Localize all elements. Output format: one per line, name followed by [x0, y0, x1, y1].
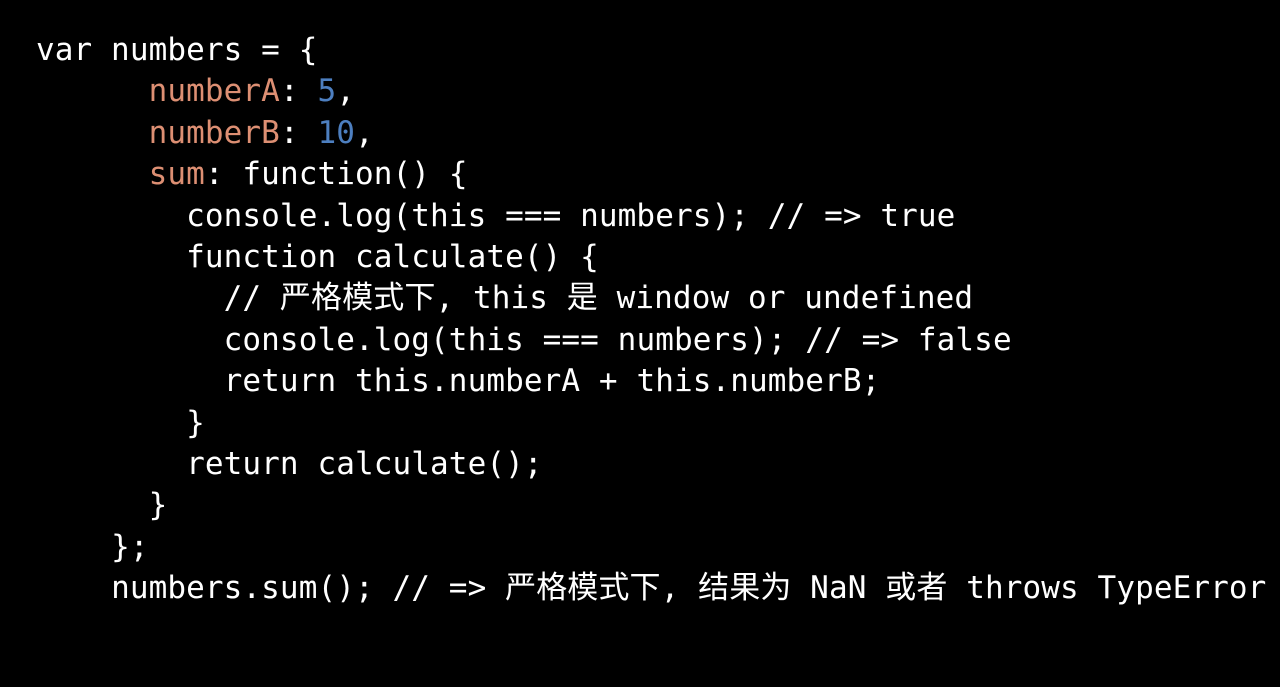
code-line: numbers.sum(); // => 严格模式下, 结果为 NaN 或者 t… [0, 568, 1280, 609]
code-line: console.log(this === numbers); // => tru… [0, 196, 1280, 237]
code-token-plain: var numbers = { [36, 32, 318, 68]
code-token-number: 5 [317, 73, 337, 110]
code-token-plain: , [355, 114, 374, 151]
code-line: return this.numberA + this.numberB; [0, 361, 1280, 402]
code-token-property: numberA [148, 73, 280, 110]
code-token-property: numberB [148, 114, 280, 151]
code-line: } [0, 403, 1280, 444]
code-token-plain: return this.numberA + this.numberB; [36, 363, 881, 400]
code-token-plain: console.log(this === numbers); // => fal… [36, 321, 1012, 358]
code-token-plain: // 严格模式下, this 是 window or undefined [36, 280, 974, 317]
code-line: numberB: 10, [0, 113, 1280, 154]
code-token-plain: , [336, 73, 356, 110]
code-line: // 严格模式下, this 是 window or undefined [0, 278, 1280, 319]
code-token-number: 10 [317, 114, 356, 151]
code-block[interactable]: var numbers = { numberA: 5, numberB: 10,… [0, 0, 1280, 610]
code-token-plain: }; [36, 528, 149, 565]
code-token-plain: return calculate(); [36, 446, 543, 483]
code-line: function calculate() { [0, 237, 1280, 278]
code-token-plain: function calculate() { [36, 239, 599, 276]
code-token-property: sum [148, 156, 205, 193]
code-token-plain: : [279, 114, 318, 151]
code-token-plain: console.log(this === numbers); // => tru… [36, 197, 956, 234]
code-line: numberA: 5, [0, 71, 1280, 112]
code-line: }; [0, 527, 1280, 568]
code-line: sum: function() { [0, 154, 1280, 195]
code-token-plain: numbers.sum(); // => 严格模式下, 结果为 NaN 或者 t… [36, 570, 1267, 607]
code-token-plain: } [36, 487, 168, 524]
code-token-plain: : function() { [204, 156, 468, 193]
code-line: return calculate(); [0, 444, 1280, 485]
code-line: console.log(this === numbers); // => fal… [0, 320, 1280, 361]
code-line: var numbers = { [0, 30, 1280, 71]
code-line: } [0, 485, 1280, 526]
code-token-plain: : [279, 73, 318, 110]
code-token-plain: } [36, 404, 205, 441]
